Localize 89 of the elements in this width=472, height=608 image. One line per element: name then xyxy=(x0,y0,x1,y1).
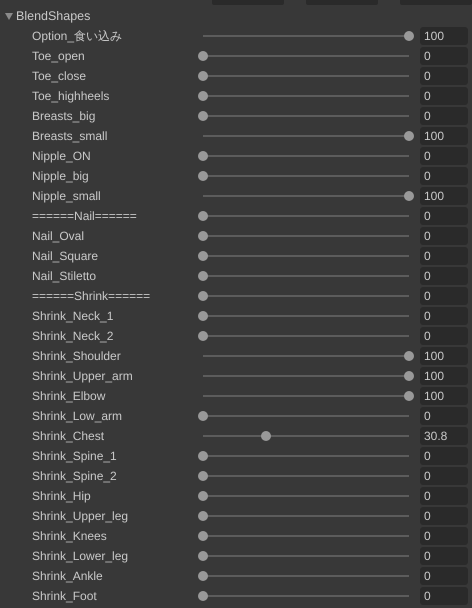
number-field[interactable]: 0 xyxy=(420,207,468,225)
number-field[interactable]: 100 xyxy=(420,347,468,365)
slider-thumb[interactable] xyxy=(404,191,414,201)
number-field[interactable]: 0 xyxy=(420,307,468,325)
number-field[interactable]: 100 xyxy=(420,127,468,145)
slider-thumb[interactable] xyxy=(198,251,208,261)
number-field[interactable]: 0 xyxy=(420,227,468,245)
slider-thumb[interactable] xyxy=(404,391,414,401)
slider-thumb[interactable] xyxy=(198,271,208,281)
slider-thumb[interactable] xyxy=(198,51,208,61)
slider-thumb[interactable] xyxy=(198,531,208,541)
number-field[interactable]: 100 xyxy=(420,367,468,385)
blendshape-label: Nail_Square xyxy=(31,249,100,263)
number-field[interactable]: 0 xyxy=(420,467,468,485)
number-field[interactable]: 0 xyxy=(420,267,468,285)
blendshape-label: Nipple_small xyxy=(31,189,102,203)
blendshape-label: Shrink_Spine_2 xyxy=(31,469,118,483)
blendshape-label: Breasts_small xyxy=(31,129,108,143)
number-field[interactable]: 0 xyxy=(420,507,468,525)
slider-thumb[interactable] xyxy=(198,171,208,181)
blendshape-label: ======Nail====== xyxy=(31,209,138,223)
blendshape-label: Toe_highheels xyxy=(31,89,110,103)
blendshape-label: Shrink_Elbow xyxy=(31,389,106,403)
slider-thumb[interactable] xyxy=(404,131,414,141)
number-field[interactable]: 0 xyxy=(420,87,468,105)
blendshape-label: Shrink_Foot xyxy=(31,589,98,603)
number-field[interactable]: 0 xyxy=(420,487,468,505)
slider-thumb[interactable] xyxy=(198,331,208,341)
slider-thumb[interactable] xyxy=(198,291,208,301)
slider-thumb[interactable] xyxy=(404,351,414,361)
slider-thumb[interactable] xyxy=(198,511,208,521)
slider-thumb[interactable] xyxy=(404,31,414,41)
number-field[interactable]: 0 xyxy=(420,147,468,165)
number-field[interactable]: 100 xyxy=(420,187,468,205)
blendshape-label: Shrink_Upper_leg xyxy=(31,509,130,523)
blendshape-label: Toe_open xyxy=(31,49,86,63)
number-field[interactable]: 100 xyxy=(420,387,468,405)
number-field[interactable]: 0 xyxy=(420,287,468,305)
number-field[interactable]: 0 xyxy=(420,567,468,585)
slider-thumb[interactable] xyxy=(198,471,208,481)
number-field[interactable]: 30.8 xyxy=(420,427,468,445)
blendshape-label: Breasts_big xyxy=(31,109,96,123)
number-field[interactable]: 0 xyxy=(420,247,468,265)
slider-thumb[interactable] xyxy=(198,111,208,121)
blendshape-label: Nail_Stiletto xyxy=(31,269,98,283)
section-title: BlendShapes xyxy=(16,9,90,23)
number-field[interactable]: 0 xyxy=(420,587,468,605)
slider-thumb[interactable] xyxy=(404,371,414,381)
number-field[interactable]: 0 xyxy=(420,47,468,65)
slider-thumb[interactable] xyxy=(198,411,208,421)
number-field[interactable]: 0 xyxy=(420,527,468,545)
blendshape-label: Shrink_Spine_1 xyxy=(31,449,118,463)
number-field[interactable]: 0 xyxy=(420,67,468,85)
foldout-arrow-icon[interactable] xyxy=(5,12,13,20)
number-field[interactable]: 100 xyxy=(420,27,468,45)
slider-thumb[interactable] xyxy=(198,571,208,581)
blendshape-label: Shrink_Neck_1 xyxy=(31,309,114,323)
blendshape-label: Toe_close xyxy=(31,69,88,83)
blendshape-label: Shrink_Ankle xyxy=(31,569,104,583)
blendshape-label: Shrink_Shoulder xyxy=(31,349,122,363)
number-field[interactable]: 0 xyxy=(420,107,468,125)
number-field[interactable]: 0 xyxy=(420,447,468,465)
slider-thumb[interactable] xyxy=(198,231,208,241)
slider-thumb[interactable] xyxy=(198,91,208,101)
blendshape-label: Shrink_Chest xyxy=(31,429,106,443)
slider-thumb[interactable] xyxy=(198,591,208,601)
blendshape-label: Shrink_Neck_2 xyxy=(31,329,114,343)
blendshape-label: Nail_Oval xyxy=(31,229,86,243)
blendshape-label: Shrink_Hip xyxy=(31,489,92,503)
blendshape-label: Shrink_Lower_leg xyxy=(31,549,130,563)
blendshape-label: Shrink_Low_arm xyxy=(31,409,124,423)
slider-thumb[interactable] xyxy=(261,431,272,441)
slider-thumb[interactable] xyxy=(198,151,208,161)
slider-thumb[interactable] xyxy=(198,491,208,501)
number-field[interactable]: 0 xyxy=(420,547,468,565)
slider-thumb[interactable] xyxy=(198,311,208,321)
number-field[interactable]: 0 xyxy=(420,327,468,345)
blendshape-label: Option_食い込み xyxy=(31,28,124,44)
blendshape-label: Nipple_big xyxy=(31,169,90,183)
blendshape-label: Shrink_Upper_arm xyxy=(31,369,134,383)
blendshape-label: Shrink_Knees xyxy=(31,529,108,543)
slider-thumb[interactable] xyxy=(198,211,208,221)
slider-thumb[interactable] xyxy=(198,551,208,561)
blendshape-label: Nipple_ON xyxy=(31,149,92,163)
slider-thumb[interactable] xyxy=(198,451,208,461)
number-field[interactable]: 0 xyxy=(420,407,468,425)
slider-thumb[interactable] xyxy=(198,71,208,81)
blendshape-label: ======Shrink====== xyxy=(31,289,152,303)
number-field[interactable]: 0 xyxy=(420,167,468,185)
